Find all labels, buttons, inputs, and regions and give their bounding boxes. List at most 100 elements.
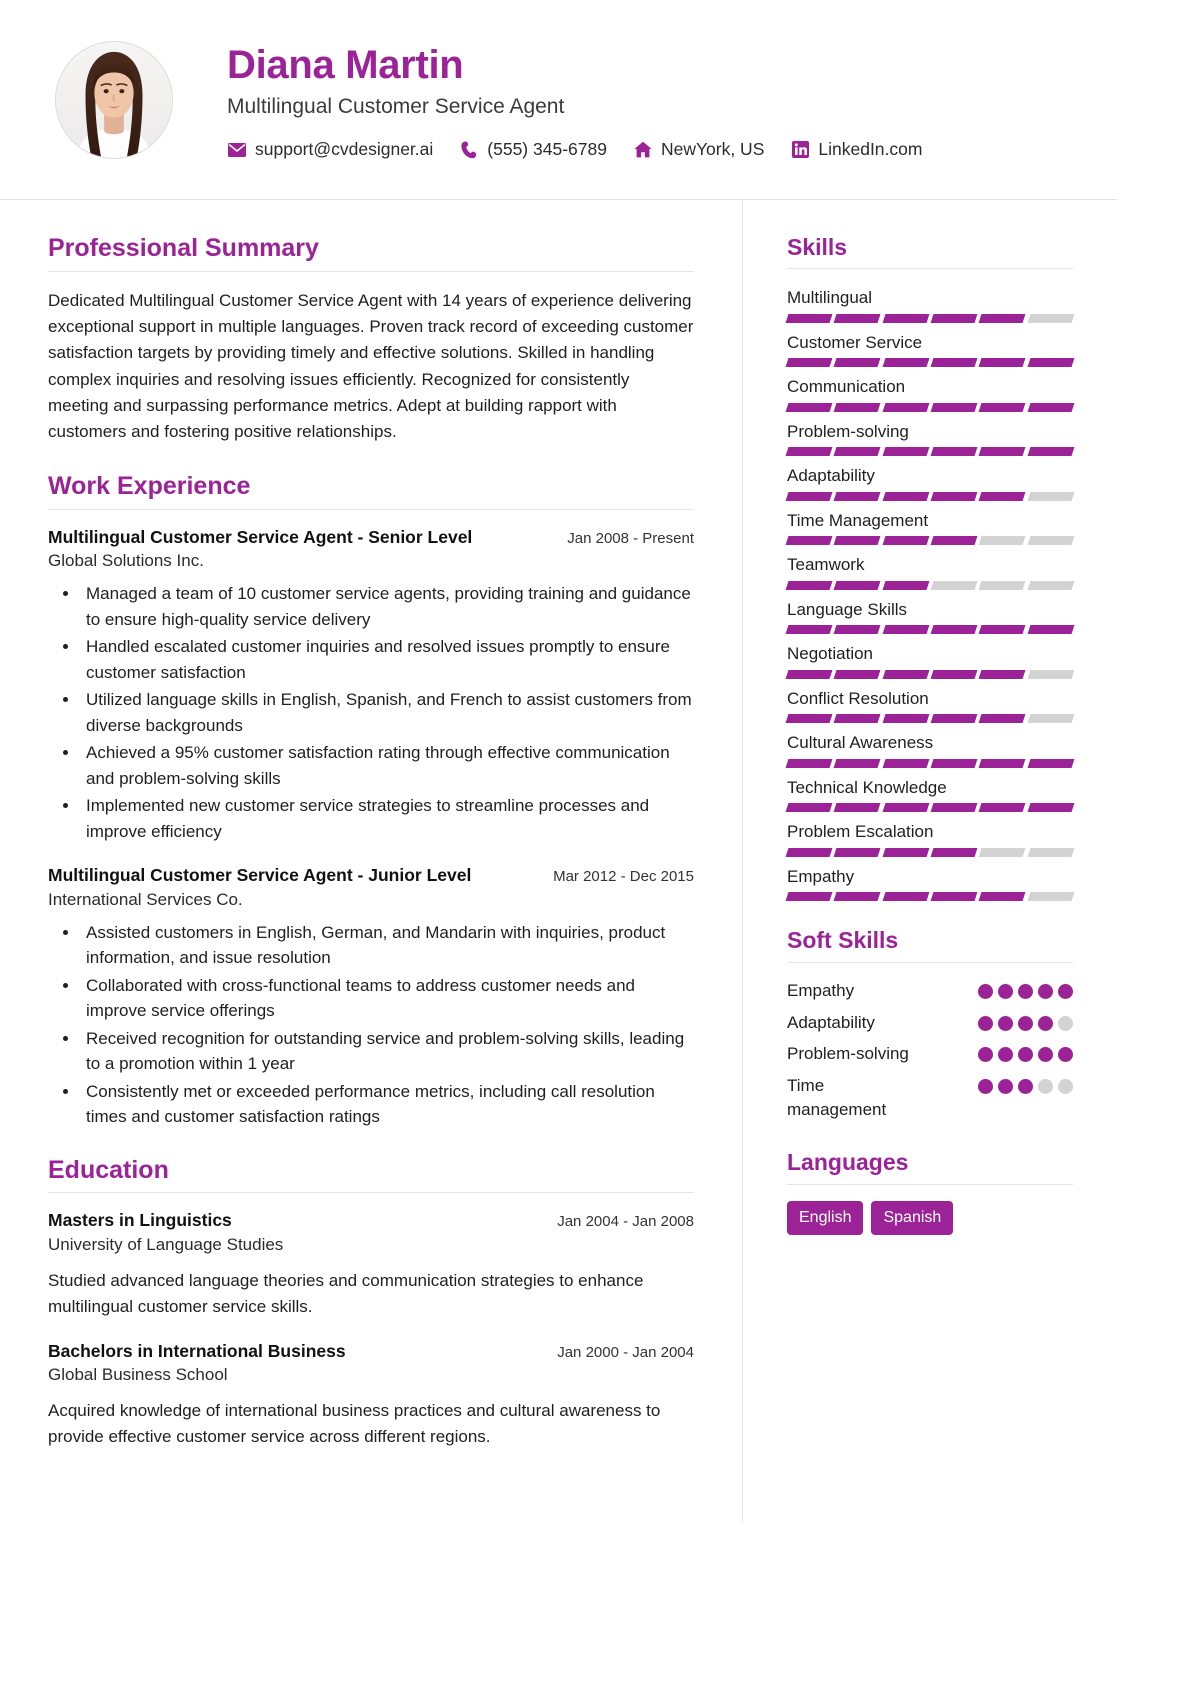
skill-bar-segment [978, 847, 1027, 857]
skill-bar-segment [1027, 714, 1075, 724]
rating-dot [1018, 1015, 1033, 1031]
education-school: Global Business School [48, 1365, 228, 1385]
section-heading-languages: Languages [787, 1149, 909, 1176]
rating-dot [1058, 1015, 1073, 1031]
skill-bar-segment [1027, 758, 1075, 768]
skill-bar-segment [785, 491, 833, 501]
section-divider [787, 961, 1073, 963]
skill-bar-segment [785, 536, 833, 546]
experience-entry-head: Multilingual Customer Service Agent - Se… [48, 526, 694, 549]
skill-bar-segment [833, 847, 882, 857]
skill-bar-segment [930, 714, 978, 724]
rating-dot [1018, 1047, 1033, 1063]
skill-bar-segment [1027, 536, 1075, 546]
skill-label: Problem-solving [787, 421, 909, 441]
skill-item: Time Management [785, 508, 1075, 546]
skill-bar-segment [833, 491, 882, 501]
skill-bar-segment [833, 892, 882, 902]
skill-bar-segment [978, 313, 1027, 323]
section-heading-summary: Professional Summary [48, 234, 319, 262]
rating-dot [1058, 1078, 1073, 1094]
section-divider [787, 268, 1073, 270]
resume-body: Professional Summary Dedicated Multiling… [0, 200, 1117, 1522]
skill-label: Communication [787, 377, 906, 397]
bullet-item: Collaborated with cross-functional teams… [80, 973, 694, 1024]
skill-item: Multilingual [785, 285, 1075, 323]
skill-bar-segment [930, 536, 978, 546]
skill-bar-segment [882, 892, 930, 902]
soft-skill-label: Empathy [787, 980, 855, 1000]
rating-dot [998, 1078, 1013, 1094]
rating-dot [1038, 983, 1053, 999]
soft-skill-label: Problem-solving [787, 1044, 909, 1064]
rating-dot [1018, 1078, 1033, 1094]
skill-label: Teamwork [787, 555, 865, 575]
skill-label: Adaptability [787, 466, 875, 486]
skill-bar-segment [930, 847, 978, 857]
soft-skill-row: Adaptability [787, 1011, 1073, 1036]
contact-linkedin-text: LinkedIn.com [818, 139, 923, 160]
skill-level-bar [785, 803, 1075, 813]
rating-dot [998, 1047, 1013, 1063]
skill-item: Conflict Resolution [785, 686, 1075, 724]
skill-bar-segment [1027, 402, 1075, 412]
skill-bar-segment [978, 669, 1027, 679]
contact-location-text: NewYork, US [660, 139, 765, 160]
section-heading-skills: Skills [787, 234, 848, 260]
education-date: Jan 2000 - Jan 2004 [557, 1343, 694, 1361]
skill-bar-segment [978, 358, 1027, 368]
skill-bar-segment [1027, 313, 1075, 323]
soft-skill-rating [978, 1011, 1073, 1031]
skill-bar-segment [785, 313, 833, 323]
skill-bar-segment [785, 402, 833, 412]
section-education: Education Masters in Linguistics Jan 200… [48, 1156, 694, 1450]
skill-label: Conflict Resolution [787, 688, 929, 708]
contact-phone[interactable]: (555) 345-6789 [459, 139, 607, 160]
skill-bar-segment [833, 402, 882, 412]
skill-bar-segment [833, 358, 882, 368]
contact-phone-text: (555) 345-6789 [487, 139, 607, 160]
skill-bar-segment [930, 447, 978, 457]
section-divider [48, 1192, 694, 1194]
section-professional-summary: Professional Summary Dedicated Multiling… [48, 234, 694, 446]
education-school: University of Language Studies [48, 1235, 284, 1255]
skill-item: Empathy [785, 864, 1075, 902]
skill-bar-segment [978, 491, 1027, 501]
skill-bar-segment [930, 491, 978, 501]
skill-bar-segment [882, 447, 930, 457]
skill-bar-segment [785, 847, 833, 857]
bullet-item: Implemented new customer service strateg… [80, 793, 694, 844]
skill-level-bar [785, 625, 1075, 635]
skill-level-bar [785, 714, 1075, 724]
skill-level-bar [785, 447, 1075, 457]
skill-label: Time Management [787, 510, 929, 530]
avatar [55, 40, 173, 159]
skill-bar-segment [978, 580, 1027, 590]
experience-date: Jan 2008 - Present [567, 529, 694, 547]
soft-skills-list: Empathy Adaptability Problem-solving Time m… [787, 979, 1073, 1123]
skill-bar-segment [1027, 847, 1075, 857]
skill-bar-segment [882, 491, 930, 501]
skill-bar-segment [1027, 669, 1075, 679]
skill-bar-segment [882, 536, 930, 546]
education-description: Studied advanced language theories and c… [48, 1270, 644, 1316]
skill-level-bar [785, 491, 1075, 501]
education-degree: Bachelors in International Business [48, 1340, 346, 1361]
education-degree: Masters in Linguistics [48, 1210, 232, 1231]
bullet-item: Consistently met or exceeded performance… [80, 1079, 694, 1130]
soft-skill-rating [978, 979, 1073, 999]
contact-email[interactable]: support@cvdesigner.ai [227, 139, 433, 160]
skill-bar-segment [978, 447, 1027, 457]
contact-linkedin[interactable]: LinkedIn.com [790, 139, 922, 160]
skill-label: Language Skills [787, 599, 908, 619]
section-divider [48, 270, 694, 272]
skill-bar-segment [882, 758, 930, 768]
skill-bar-segment [833, 625, 882, 635]
bullet-item: Utilized language skills in English, Spa… [80, 687, 694, 738]
experience-date: Mar 2012 - Dec 2015 [553, 868, 694, 886]
section-divider [787, 1183, 1073, 1185]
section-languages: Languages English Spanish [787, 1149, 1073, 1235]
skill-label: Negotiation [787, 644, 874, 664]
contact-location[interactable]: NewYork, US [633, 139, 764, 160]
skill-level-bar [785, 580, 1075, 590]
